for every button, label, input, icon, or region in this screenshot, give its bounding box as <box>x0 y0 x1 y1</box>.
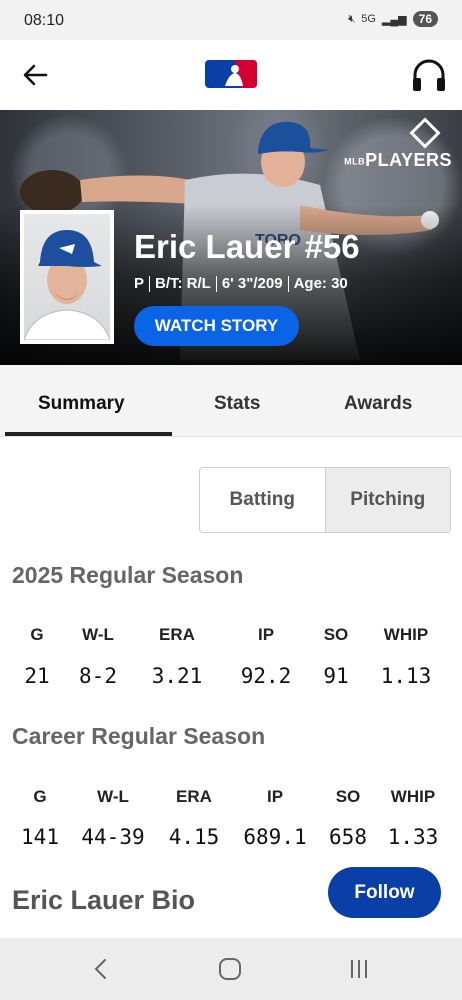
career-value-whip: 1.33 <box>387 825 439 849</box>
batting-toggle[interactable]: Batting <box>200 468 325 532</box>
stat-type-toggle: Batting Pitching <box>199 467 451 533</box>
players-logo-text: PLAYERS <box>365 150 452 170</box>
status-time: 08:10 <box>24 12 65 29</box>
season-stats-title: 2025 Regular Season <box>12 562 244 588</box>
career-value-wl: 44-39 <box>81 825 145 849</box>
career-value-era: 4.15 <box>168 825 220 849</box>
career-header-g: G <box>33 787 47 806</box>
career-value-so: 658 <box>329 825 367 849</box>
status-icons: 🔇︎ 5G ▂▄▆ 76 <box>348 11 438 27</box>
follow-button[interactable]: Follow <box>328 867 441 918</box>
season-value-whip: 1.13 <box>380 664 432 688</box>
player-bats-throws: B/T: R/L <box>155 275 211 292</box>
season-header-whip: WHIP <box>383 625 429 644</box>
season-header-wl: W-L <box>82 625 114 644</box>
season-header-era: ERA <box>159 625 195 644</box>
signal-icon: ▂▄▆ <box>381 13 407 26</box>
tab-bar: Summary Stats Awards <box>0 365 462 437</box>
status-bar: 08:10 🔇︎ 5G ▂▄▆ 76 <box>0 0 462 40</box>
pitching-toggle[interactable]: Pitching <box>324 468 450 532</box>
tab-summary[interactable]: Summary <box>38 393 125 415</box>
headphones-icon[interactable] <box>410 56 448 94</box>
season-value-era: 3.21 <box>151 664 203 688</box>
mute-icon: 🔇︎ <box>348 12 356 25</box>
nav-back-icon[interactable] <box>88 956 114 982</box>
network-label: 5G <box>361 13 376 25</box>
career-stats-title: Career Regular Season <box>12 723 266 749</box>
nav-recents-icon[interactable] <box>346 956 372 982</box>
system-nav-bar <box>0 938 462 1000</box>
tab-awards[interactable]: Awards <box>344 393 412 415</box>
season-header-so: SO <box>323 625 349 644</box>
top-bar <box>0 40 462 110</box>
nav-home-icon[interactable] <box>217 956 243 982</box>
career-header-wl: W-L <box>97 787 129 806</box>
player-height-weight: 6' 3"/209 <box>221 275 283 292</box>
career-header-so: SO <box>335 787 361 806</box>
career-value-g: 141 <box>21 825 59 849</box>
active-tab-indicator <box>5 432 172 436</box>
mlb-players-logo: MLBPLAYERS <box>344 117 452 171</box>
season-value-wl: 8-2 <box>79 664 117 688</box>
player-position: P <box>134 275 145 292</box>
season-value-g: 21 <box>24 664 50 688</box>
tab-stats[interactable]: Stats <box>214 393 260 415</box>
bio-title: Eric Lauer Bio <box>12 885 196 915</box>
player-hero: TORO MLBPLAYERS Eric Lauer #56 P B/T: R/… <box>0 110 462 365</box>
player-age: Age: 30 <box>293 275 348 292</box>
career-header-whip: WHIP <box>390 787 436 806</box>
watch-story-button[interactable]: WATCH STORY <box>134 306 299 346</box>
player-meta: P B/T: R/L 6' 3"/209 Age: 30 <box>134 275 348 292</box>
battery-badge: 76 <box>412 11 438 27</box>
career-header-ip: IP <box>266 787 284 806</box>
arrow-left-icon[interactable] <box>20 60 50 90</box>
season-value-ip: 92.2 <box>240 664 292 688</box>
players-logo-prefix: MLB <box>344 156 366 167</box>
season-header-ip: IP <box>257 625 275 644</box>
player-headshot <box>20 210 114 344</box>
diamond-icon <box>409 117 441 149</box>
mlb-logo-icon[interactable] <box>205 60 257 88</box>
career-value-ip: 689.1 <box>243 825 307 849</box>
season-value-so: 91 <box>323 664 349 688</box>
player-name: Eric Lauer #56 <box>134 228 360 265</box>
headshot-image <box>24 230 110 340</box>
career-header-era: ERA <box>176 787 212 806</box>
season-header-g: G <box>30 625 44 644</box>
